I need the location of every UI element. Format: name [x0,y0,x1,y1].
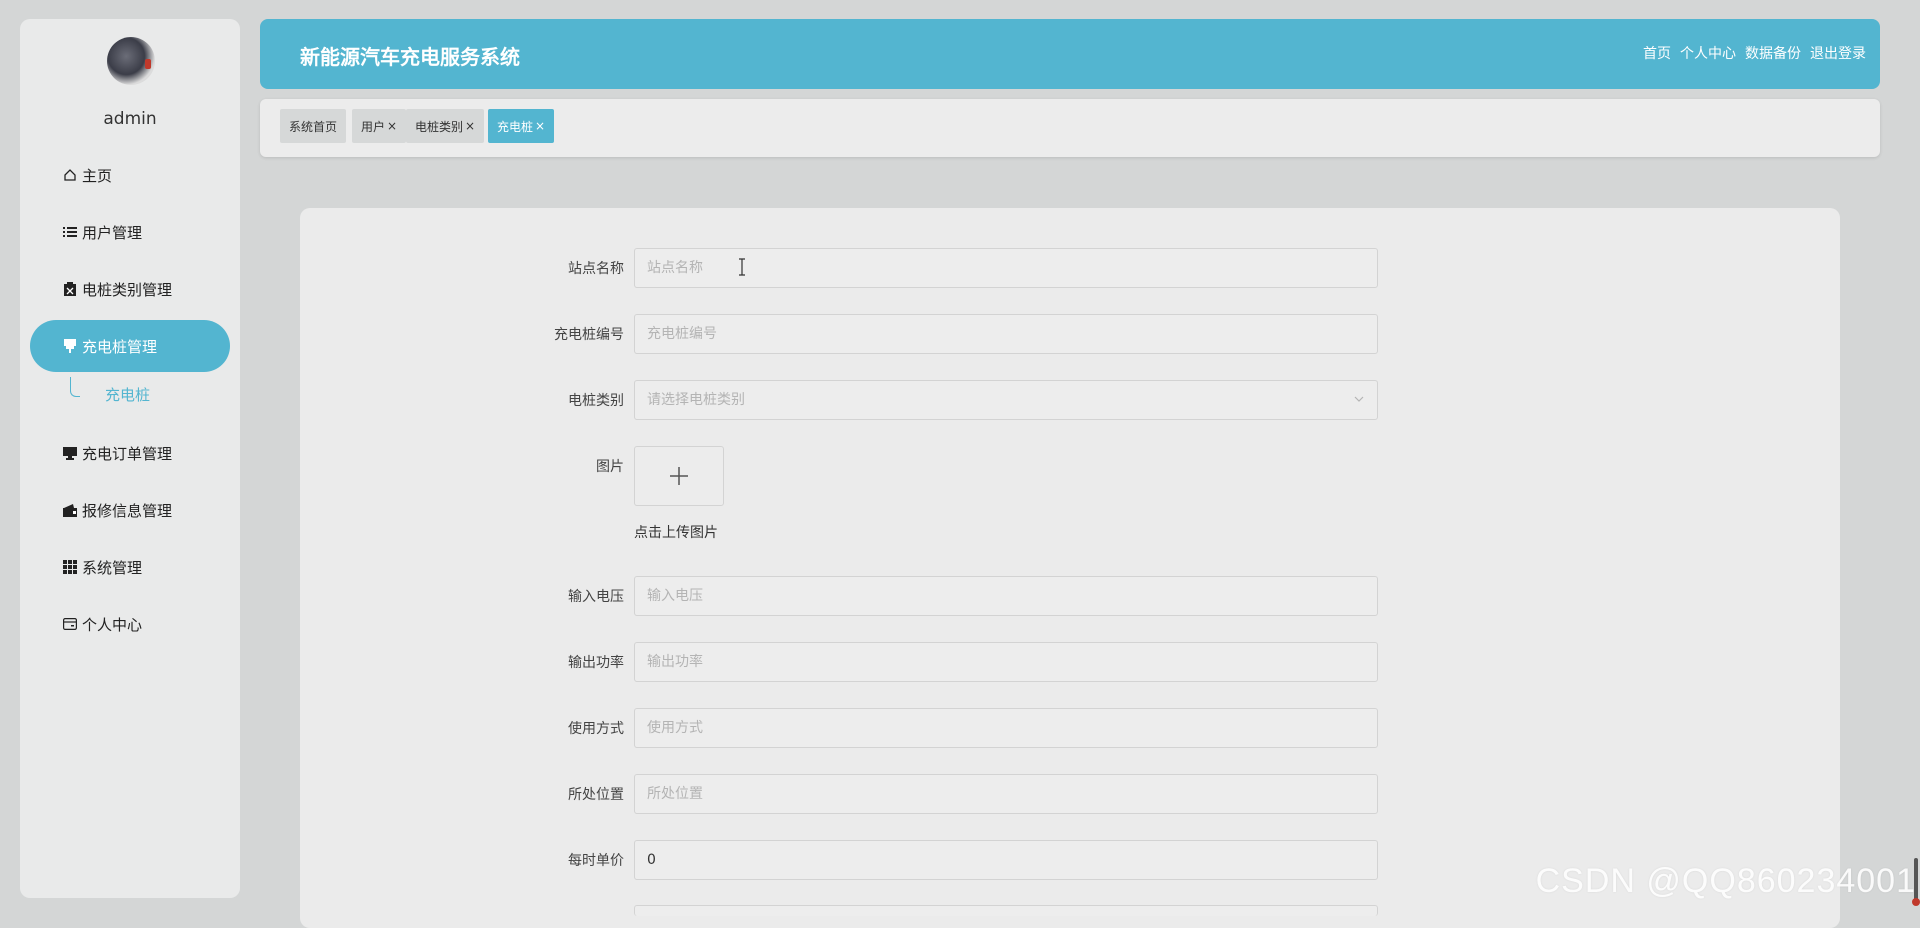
usage-label: 使用方式 [568,721,624,737]
submenu-item-label: 充电桩 [105,385,151,404]
pile-number-label: 充电桩编号 [554,327,624,343]
clipboard-icon [62,281,78,297]
usage-input[interactable] [634,708,1378,748]
close-icon[interactable]: × [465,119,475,133]
sidebar-item-label: 充电桩管理 [82,337,158,356]
sidebar-item-pile-types[interactable]: 电桩类别管理 [30,263,230,315]
tab-dashboard[interactable]: 系统首页 [280,109,347,143]
text-cursor-icon [739,258,745,276]
header-nav: 首页 个人中心 数据备份 退出登录 [1643,43,1866,63]
sidebar-item-orders[interactable]: 充电订单管理 [30,427,230,479]
unit-price-input[interactable] [634,840,1378,880]
sidebar-item-label: 用户管理 [82,223,143,242]
pile-type-select-input[interactable] [634,380,1378,420]
sidebar-item-system[interactable]: 系统管理 [30,541,230,593]
watermark: CSDN @QQ860234001 [1535,862,1916,900]
nav-backup-link[interactable]: 数据备份 [1745,43,1801,63]
sidebar-item-label: 充电订单管理 [82,444,173,463]
input-voltage-label: 输入电压 [568,589,624,605]
close-icon[interactable]: × [535,119,545,133]
tab-label: 用户 [361,119,386,134]
tab-label: 充电桩 [497,119,534,134]
sidebar-item-repairs[interactable]: 报修信息管理 [30,484,230,536]
next-field-partial[interactable] [634,905,1378,916]
station-name-label: 站点名称 [568,261,624,277]
upload-tip: 点击上传图片 [634,525,718,541]
grid-icon [62,559,78,575]
tab-bar: 系统首页 用户 × 电桩类别 × 充电桩 × [260,99,1880,157]
tab-charging-pile[interactable]: 充电桩 × [488,109,555,143]
image-upload-button[interactable] [634,446,724,506]
card-icon [62,616,78,632]
unit-price-label: 每时单价 [568,853,624,869]
sidebar-item-label: 报修信息管理 [82,501,173,520]
sidebar-item-label: 个人中心 [82,615,143,634]
scroll-indicator [1912,858,1920,906]
tab-pile-types[interactable]: 电桩类别 × [406,109,485,143]
location-label: 所处位置 [568,787,624,803]
avatar[interactable] [107,37,155,85]
plus-icon [670,467,688,485]
output-power-label: 输出功率 [568,655,624,671]
sidebar-item-label: 系统管理 [82,558,143,577]
wallet-icon [62,502,78,518]
nav-home-link[interactable]: 首页 [1643,43,1671,63]
location-input[interactable] [634,774,1378,814]
tab-users[interactable]: 用户 × [352,109,407,143]
home-icon [62,167,78,183]
image-label: 图片 [596,459,624,475]
sidebar-item-label: 主页 [82,166,113,185]
sidebar-item-label: 电桩类别管理 [82,280,173,299]
sidebar-item-home[interactable]: 主页 [30,149,230,201]
sidebar-item-profile[interactable]: 个人中心 [30,598,230,650]
chevron-down-icon [1354,396,1364,402]
app-title: 新能源汽车充电服务系统 [300,45,520,69]
sidebar: admin 主页 用户管理 电桩类别管理 充电桩管理 充电桩 充电订单管理 报修… [20,19,240,898]
avatar-accent [145,59,151,69]
top-header: 新能源汽车充电服务系统 首页 个人中心 数据备份 退出登录 [260,19,1880,89]
sidebar-item-charging-piles[interactable]: 充电桩管理 [30,320,230,372]
nav-profile-link[interactable]: 个人中心 [1680,43,1736,63]
pile-number-input[interactable] [634,314,1378,354]
monitor-icon [62,445,78,461]
input-voltage-input[interactable] [634,576,1378,616]
username: admin [103,109,157,129]
tab-label: 电桩类别 [415,119,464,134]
output-power-input[interactable] [634,642,1378,682]
submenu-item-charging-pile[interactable]: 充电桩 [30,374,230,414]
list-icon [62,224,78,240]
tab-label: 系统首页 [289,119,338,134]
nav-logout-link[interactable]: 退出登录 [1810,43,1866,63]
pile-type-select[interactable] [634,380,1378,420]
close-icon[interactable]: × [387,119,397,133]
pile-type-label: 电桩类别 [568,393,624,409]
plug-icon [62,338,78,354]
sidebar-item-users[interactable]: 用户管理 [30,206,230,258]
